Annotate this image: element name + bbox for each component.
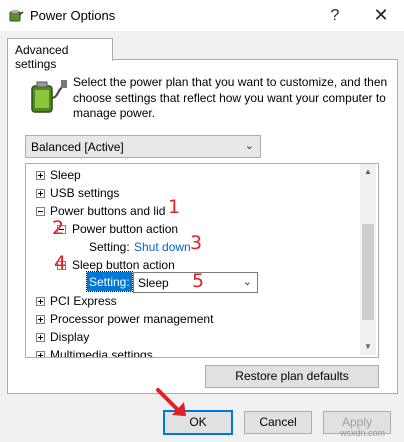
sleep-setting-label: Setting: — [86, 271, 133, 292]
power-options-icon — [9, 10, 24, 22]
expand-plus-icon[interactable] — [36, 171, 45, 180]
title-bar: Power Options ? ✕ — [0, 0, 404, 31]
cancel-button[interactable]: Cancel — [244, 411, 312, 434]
close-button[interactable]: ✕ — [358, 0, 404, 31]
restore-plan-defaults-button[interactable]: Restore plan defaults — [205, 365, 379, 388]
expand-plus-icon[interactable] — [36, 297, 45, 306]
expand-plus-icon[interactable] — [36, 333, 45, 342]
tab-label: Advanced settings — [15, 43, 69, 71]
settings-tree[interactable]: Sleep USB settings Power buttons and lid… — [25, 163, 379, 358]
tree-scrollbar[interactable]: ▲ ▼ — [360, 164, 376, 355]
power-plan-value: Balanced [Active] — [31, 140, 124, 154]
annotation-number-2: 2 — [52, 217, 65, 239]
power-plan-dropdown[interactable]: Balanced [Active] ⌄ — [25, 135, 261, 158]
chevron-down-icon: ⌄ — [242, 276, 252, 288]
tab-advanced-settings[interactable]: Advanced settings — [7, 38, 113, 71]
expand-plus-icon[interactable] — [36, 351, 45, 357]
window-title: Power Options — [30, 8, 116, 23]
scroll-up-arrow-icon[interactable]: ▲ — [360, 164, 376, 180]
watermark: wsxdn.com — [340, 428, 386, 438]
battery-plug-icon — [31, 80, 67, 113]
expand-plus-icon[interactable] — [36, 189, 45, 198]
red-arrow-icon — [156, 388, 186, 416]
scrollbar-thumb[interactable] — [362, 224, 374, 320]
scroll-down-arrow-icon[interactable]: ▼ — [360, 339, 376, 355]
shutdown-setting-link[interactable]: Shut down — [134, 240, 191, 254]
intro-description: Select the power plan that you want to c… — [73, 75, 388, 120]
collapse-minus-icon[interactable] — [36, 207, 45, 216]
annotation-number-1: 1 — [168, 196, 181, 218]
sleep-setting-value: Sleep — [138, 276, 169, 290]
expand-plus-icon[interactable] — [36, 315, 45, 324]
annotation-number-4: 4 — [54, 252, 67, 274]
chevron-down-icon: ⌄ — [244, 140, 254, 152]
annotation-number-3: 3 — [190, 232, 203, 254]
annotation-number-5: 5 — [192, 270, 205, 292]
help-button[interactable]: ? — [312, 0, 358, 31]
